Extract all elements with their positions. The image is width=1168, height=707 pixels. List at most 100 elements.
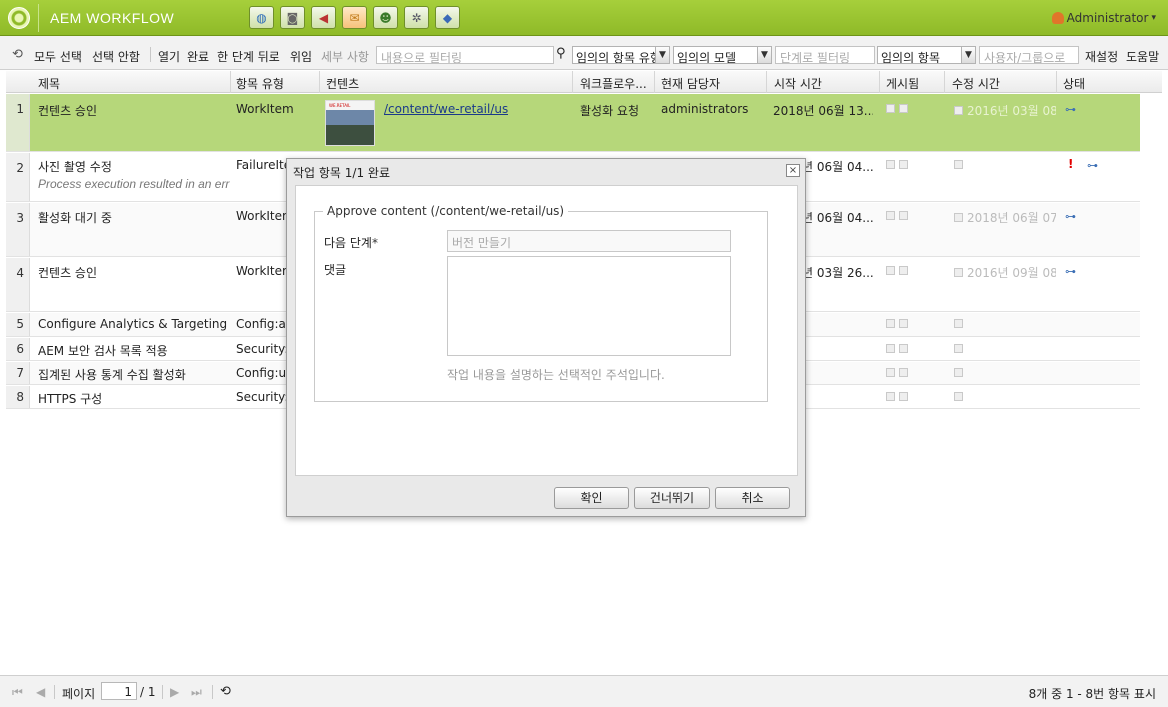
checkbox [954, 368, 963, 377]
refresh-icon[interactable]: ⟲ [220, 684, 231, 699]
item-type-select[interactable]: 임의의 항목 유형 ▼ [572, 46, 670, 64]
published-checkboxes [886, 102, 912, 116]
page-input[interactable]: 1 [101, 682, 137, 700]
checkbox [899, 160, 908, 169]
search-icon[interactable]: ⚲ [556, 46, 566, 61]
divider [38, 4, 39, 32]
prev-page-icon[interactable]: ◀ [36, 685, 45, 699]
divider [54, 685, 55, 699]
help-button[interactable]: 도움말 [1126, 48, 1159, 65]
pagination-summary: 8개 중 1 - 8번 항목 표시 [1028, 687, 1156, 701]
delegate-button[interactable]: 위임 [290, 48, 312, 65]
camera-icon[interactable]: ◙ [280, 6, 305, 29]
row-modified-time: 2018년 06월 07 [954, 209, 1056, 226]
row-title: 컨텐츠 승인 [38, 104, 98, 118]
warning-icon: ! [1068, 157, 1074, 171]
grid-header: 제목 항목 유형 컨텐츠 워크플로우... 현재 담당자 시작 시간 게시됨 수… [6, 71, 1162, 93]
column-header-content[interactable]: 컨텐츠 [326, 75, 359, 92]
checkbox [886, 319, 895, 328]
column-header-item-type[interactable]: 항목 유형 [236, 75, 284, 92]
skip-button[interactable]: 건너뛰기 [634, 487, 710, 509]
gear-icon[interactable]: ✲ [404, 6, 429, 29]
inbox-icon[interactable]: ✉ [342, 6, 367, 29]
modified-checkbox [954, 366, 967, 380]
chevron-down-icon: ▼ [655, 47, 669, 63]
chevron-down-icon: ▼ [757, 47, 771, 63]
row-title: Configure Analytics & Targeting [38, 317, 228, 331]
column-header-workflow[interactable]: 워크플로우... [580, 75, 654, 92]
last-page-icon[interactable]: ⏭ [191, 685, 202, 700]
row-number: 8 [6, 386, 30, 408]
cancel-button[interactable]: 취소 [715, 487, 790, 509]
globe-icon[interactable]: ◍ [249, 6, 274, 29]
column-header-modified-time[interactable]: 수정 시간 [952, 75, 1000, 92]
pagination-bar: ⏮ ◀ 페이지 1 / 1 ▶ ⏭ ⟲ 8개 중 1 - 8번 항목 표시 [0, 675, 1168, 707]
column-header-start-time[interactable]: 시작 시간 [774, 75, 822, 92]
workflow-status-icon[interactable]: ⊶ [1065, 264, 1076, 278]
user-group-filter-input[interactable]: 사용자/그룹으로 [979, 46, 1079, 64]
ok-button[interactable]: 확인 [554, 487, 629, 509]
thumbnail-label: WE.RETAIL [329, 103, 351, 108]
checkbox [954, 213, 963, 222]
column-header-assignee[interactable]: 현재 담당자 [661, 75, 720, 92]
item-select[interactable]: 임의의 항목 ▼ [877, 46, 976, 64]
step-filter-input[interactable]: 단계로 필터링 [775, 46, 875, 64]
content-link[interactable]: /content/we-retail/us [384, 102, 508, 116]
app-header: AEM WORKFLOW ◍ ◙ ◀ ✉ ☻ ✲ ◆ Administrator… [0, 0, 1168, 36]
divider [879, 71, 880, 93]
select-all-button[interactable]: 모두 선택 [34, 48, 82, 65]
page-label: 페이지 [62, 687, 96, 701]
aem-logo-icon[interactable] [8, 7, 30, 29]
chevron-down-icon: ▾ [1151, 13, 1156, 23]
checkbox [954, 106, 963, 115]
complete-button[interactable]: 완료 [187, 48, 209, 65]
table-row[interactable]: 1 컨텐츠 승인 WorkItem WE.RETAIL /content/we-… [6, 94, 1140, 152]
users-icon[interactable]: ☻ [373, 6, 398, 29]
details-button[interactable]: 세부 사항 [321, 48, 369, 65]
close-icon[interactable]: × [786, 164, 800, 177]
refresh-icon[interactable]: ⟲ [12, 47, 23, 62]
column-header-published[interactable]: 게시됨 [886, 75, 919, 92]
divider [212, 685, 213, 699]
checkbox [954, 344, 963, 353]
content-filter-input[interactable]: 내용으로 필터링 [376, 46, 554, 64]
item-select-value: 임의의 항목 [881, 51, 941, 64]
next-page-icon[interactable]: ▶ [170, 685, 179, 699]
chevron-down-icon: ▼ [961, 47, 975, 63]
model-select[interactable]: 임의의 모델 ▼ [673, 46, 772, 64]
divider [162, 685, 163, 699]
reset-button[interactable]: 재설정 [1085, 48, 1118, 65]
tag-icon[interactable]: ◆ [435, 6, 460, 29]
user-menu[interactable]: Administrator ▾ [1051, 11, 1156, 25]
workflow-status-icon[interactable]: ⊶ [1065, 102, 1076, 116]
select-none-button[interactable]: 선택 안함 [92, 48, 140, 65]
row-title: 사진 촬영 수정 [38, 160, 112, 174]
comment-textarea[interactable] [447, 256, 731, 356]
divider [150, 47, 151, 62]
row-start-time: 년 06월 04... [802, 160, 874, 174]
row-workflow: 활성화 요청 [580, 104, 640, 118]
row-number: 6 [6, 338, 30, 360]
step-back-button[interactable]: 한 단계 뒤로 [217, 48, 280, 65]
content-thumbnail[interactable]: WE.RETAIL [325, 100, 375, 146]
user-icon [1051, 12, 1064, 24]
dialog-body: Approve content (/content/we-retail/us) … [295, 185, 798, 476]
next-step-field[interactable]: 버전 만들기 [447, 230, 731, 252]
megaphone-icon[interactable]: ◀ [311, 6, 336, 29]
toolbar: ⟲ 모두 선택 선택 안함 열기 완료 한 단계 뒤로 위임 세부 사항 내용으… [0, 36, 1168, 70]
workflow-status-icon[interactable]: ⊶ [1065, 209, 1076, 223]
open-button[interactable]: 열기 [158, 48, 180, 65]
page-count: / 1 [140, 685, 156, 699]
column-header-status[interactable]: 상태 [1063, 75, 1085, 92]
workflow-status-icon[interactable]: ⊶ [1087, 158, 1098, 172]
published-checkboxes [886, 158, 912, 172]
row-title: 컨텐츠 승인 [38, 266, 98, 280]
first-page-icon[interactable]: ⏮ [12, 685, 23, 700]
row-item-type: Config:us [236, 366, 292, 380]
divider [944, 71, 945, 93]
row-title: AEM 보안 검사 목록 적용 [38, 344, 168, 358]
column-header-title[interactable]: 제목 [38, 75, 60, 92]
model-select-value: 임의의 모델 [677, 51, 737, 64]
checkbox [899, 392, 908, 401]
modified-checkbox [954, 158, 967, 172]
